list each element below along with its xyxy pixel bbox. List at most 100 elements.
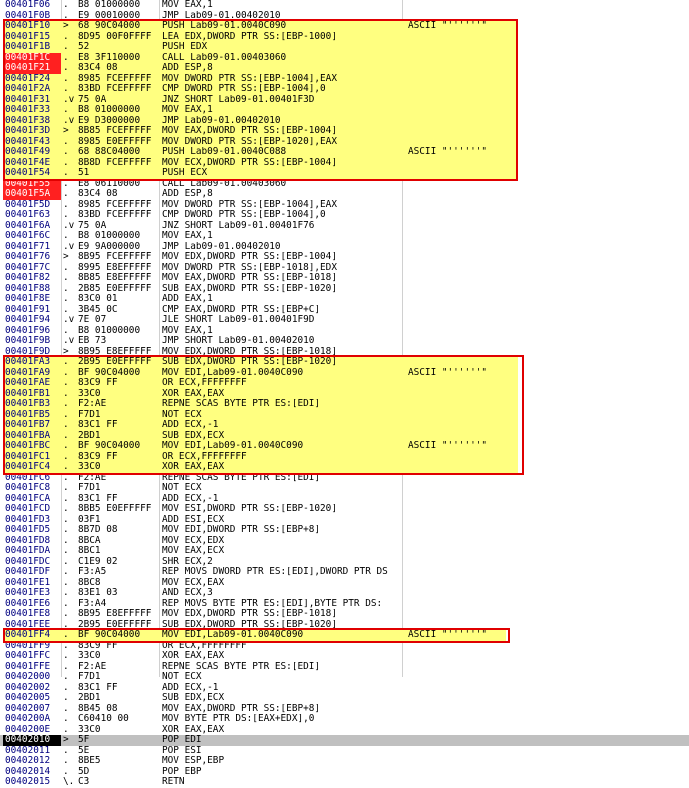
hex-bytes-cell: 83C4 08 [78,188,118,199]
address-cell: 0040200E [5,723,51,735]
disasm-row[interactable]: 00401FFE. F2:AE REPNE SCAS BYTE PTR ES:[ED… [0,661,689,673]
address-cell: 00401F06 [5,0,51,10]
instruction-cell: MOV EDX,DWORD PTR SS:[EBP-1018] [162,609,337,619]
instruction-cell: MOV ECX,EDX [162,535,225,546]
address-cell: 00402005 [5,692,51,703]
disasm-row[interactable]: 00401F76 >8B95 FCEFFFFF MOV EDX,DWORD PTR … [0,251,689,263]
instruction-cell: MOV EDX,DWORD PTR SS:[EBP-1004] [162,252,337,262]
hex-bytes-cell: 8B95 E8EFFFFF [78,608,152,619]
annotation-box-2 [3,355,524,475]
instruction-cell: AND ECX,3 [162,588,213,598]
hex-bytes-cell: 83E1 03 [78,587,118,598]
instruction-cell: JLE SHORT Lab09-01.00401F9D [162,315,315,325]
disasm-row[interactable]: 00401FD8. 8BCA MOV ECX,EDX [0,535,689,547]
address-cell: 00401F76 [5,251,51,262]
jump-arrow-cell: . [63,692,69,703]
hex-bytes-cell: 2BD1 [78,692,101,703]
disasm-row[interactable]: 00401FDF. F3:A5 REP MOVS DWORD PTR ES:[EDI… [0,566,689,578]
hex-bytes-cell: 8B85 E8EFFFFF [78,272,152,283]
disasm-row[interactable]: 00401F5A. 83C4 08 ADD ESP,8 [0,188,689,200]
disasm-row[interactable]: 00402005. 2BD1 SUB EDX,ECX [0,692,689,704]
jump-arrow-cell: . [63,524,69,535]
instruction-cell: JNZ SHORT Lab09-01.00401F76 [162,220,315,231]
disasm-row[interactable]: 00401FDA. 8BC1 MOV EAX,ECX [0,545,689,557]
disasm-row[interactable]: 0040200A. C60410 00 MOV BYTE PTR DS:[EAX+E… [0,713,689,725]
instruction-cell: ADD ECX,-1 [162,682,219,693]
hex-bytes-cell: 5E [78,744,90,756]
disasm-row[interactable]: 00402011. 5E POP ESI [0,744,689,757]
disasm-row[interactable]: 00401FD5. 8B7D 08 MOV EDI,DWORD PTR SS:[EB… [0,524,689,536]
address-cell: 00402012 [5,755,51,766]
instruction-cell: CMP DWORD PTR SS:[EBP-1004],0 [162,210,326,220]
address-cell: 00401F5A [5,188,51,199]
jump-arrow-cell: . [63,482,69,493]
address-cell: 00402011 [5,744,51,756]
hex-bytes-cell: F7D1 [78,482,101,493]
disasm-row[interactable]: 00402014. 5D POP EBP [0,765,689,778]
jump-arrow-cell: .v [63,335,75,346]
instruction-cell: REP MOVS DWORD PTR ES:[EDI],DWORD PTR DS [162,567,388,577]
jump-arrow-cell: . [63,293,69,304]
address-cell: 0040200A [5,713,51,724]
instruction-cell: POP EBP [162,766,202,777]
disasm-row[interactable]: 00402010 >5F POP EDI [0,734,689,746]
disasm-row[interactable]: 00402000. F7D1 NOT ECX [0,671,689,683]
annotation-box-1 [3,19,518,181]
disasm-row[interactable]: 00402015 \. C3 RETN [0,776,689,788]
instruction-cell: MOV EAX,1 [162,231,213,241]
address-cell: 00401F6C [5,230,51,241]
hex-bytes-cell: B8 01000000 [78,230,141,241]
disasm-row[interactable]: 00402007. 8B45 08 MOV EAX,DWORD PTR SS:[EB… [0,702,689,715]
address-cell: 00401F63 [5,209,51,220]
address-cell: 00402007 [5,702,51,714]
instruction-cell: NOT ECX [162,672,202,682]
instruction-cell: MOV ESI,DWORD PTR SS:[EBP-1020] [162,504,337,514]
hex-bytes-cell: 5D [78,765,90,777]
disasm-row[interactable]: 00401F63. 83BD FCEFFFFF CMP DWORD PTR SS:[… [0,209,689,221]
hex-bytes-cell: 33C0 [78,650,101,661]
jump-arrow-cell: . [63,608,69,619]
address-cell: 00401FD5 [5,524,51,535]
disasm-row[interactable]: 0040200E. 33C0 XOR EAX,EAX [0,723,689,736]
disasm-row[interactable]: 00401F06. B8 01000000 MOV EAX,1 [0,0,689,11]
disasm-row[interactable]: 00401F9B .v EB 73 JMP SHORT Lab09-01.004020… [0,335,689,347]
jump-arrow-cell: . [63,744,69,756]
disasm-row[interactable]: 00401FFC. 33C0 XOR EAX,EAX [0,650,689,662]
disasm-row[interactable]: 00401F82. 8B85 E8EFFFFF MOV EAX,DWORD PTR … [0,272,689,284]
hex-bytes-cell: 8B45 08 [78,702,118,714]
address-cell: 00401F9B [5,335,51,346]
instruction-cell: MOV EAX,DWORD PTR SS:[EBP-1018] [162,273,337,283]
disasm-row[interactable]: 00401FC8. F7D1 NOT ECX [0,482,689,494]
instruction-cell: MOV EDI,DWORD PTR SS:[EBP+8] [162,525,321,535]
instruction-cell: REPNE SCAS BYTE PTR ES:[EDI] [162,661,321,672]
disasm-row[interactable]: 00401F6C. B8 01000000 MOV EAX,1 [0,230,689,242]
disasm-row[interactable]: 00401F94 .v 7E 07 JLE SHORT Lab09-01.00401F… [0,314,689,326]
instruction-cell: XOR EAX,EAX [162,651,225,661]
instruction-cell: ADD ESP,8 [162,189,213,199]
address-cell: 00401F94 [5,314,51,325]
jump-arrow-cell: . [63,650,69,661]
instruction-cell: MOV EAX,ECX [162,546,225,556]
disasm-row[interactable]: 00402012. 8BE5 MOV ESP,EBP [0,755,689,767]
instruction-cell: POP ESI [162,745,202,756]
disasm-row[interactable]: 00401F8E. 83C0 01 ADD EAX,1 [0,293,689,305]
jump-arrow-cell: > [63,734,69,745]
jump-arrow-cell: . [63,713,69,724]
hex-bytes-cell: 8BB5 E0EFFFFF [78,503,152,514]
disasm-row[interactable]: 00401FE8. 8B95 E8EFFFFF MOV EDX,DWORD PTR … [0,608,689,620]
instruction-cell: SUB EAX,DWORD PTR SS:[EBP-1020] [162,283,337,294]
instruction-cell: JMP Lab09-01.00402010 [162,241,281,252]
disasm-row[interactable]: 00402002. 83C1 FF ADD ECX,-1 [0,681,689,694]
instruction-cell: MOV EAX,1 [162,325,213,336]
address-cell: 00401FE3 [5,587,51,598]
instruction-cell: MOV ECX,EAX [162,577,225,588]
address-cell: 00401FFC [5,650,51,661]
jump-arrow-cell: .v [63,314,75,325]
disasm-row[interactable]: 00401FCD. 8BB5 E0EFFFFF MOV ESI,DWORD PTR … [0,503,689,515]
instruction-cell: RETN [162,777,185,787]
address-cell: 00402010 [5,734,51,745]
jump-arrow-cell: . [63,681,69,693]
address-cell: 00401F82 [5,272,51,283]
hex-bytes-cell: C3 [78,776,90,787]
disasm-row[interactable]: 00401FE3. 83E1 03 AND ECX,3 [0,587,689,599]
